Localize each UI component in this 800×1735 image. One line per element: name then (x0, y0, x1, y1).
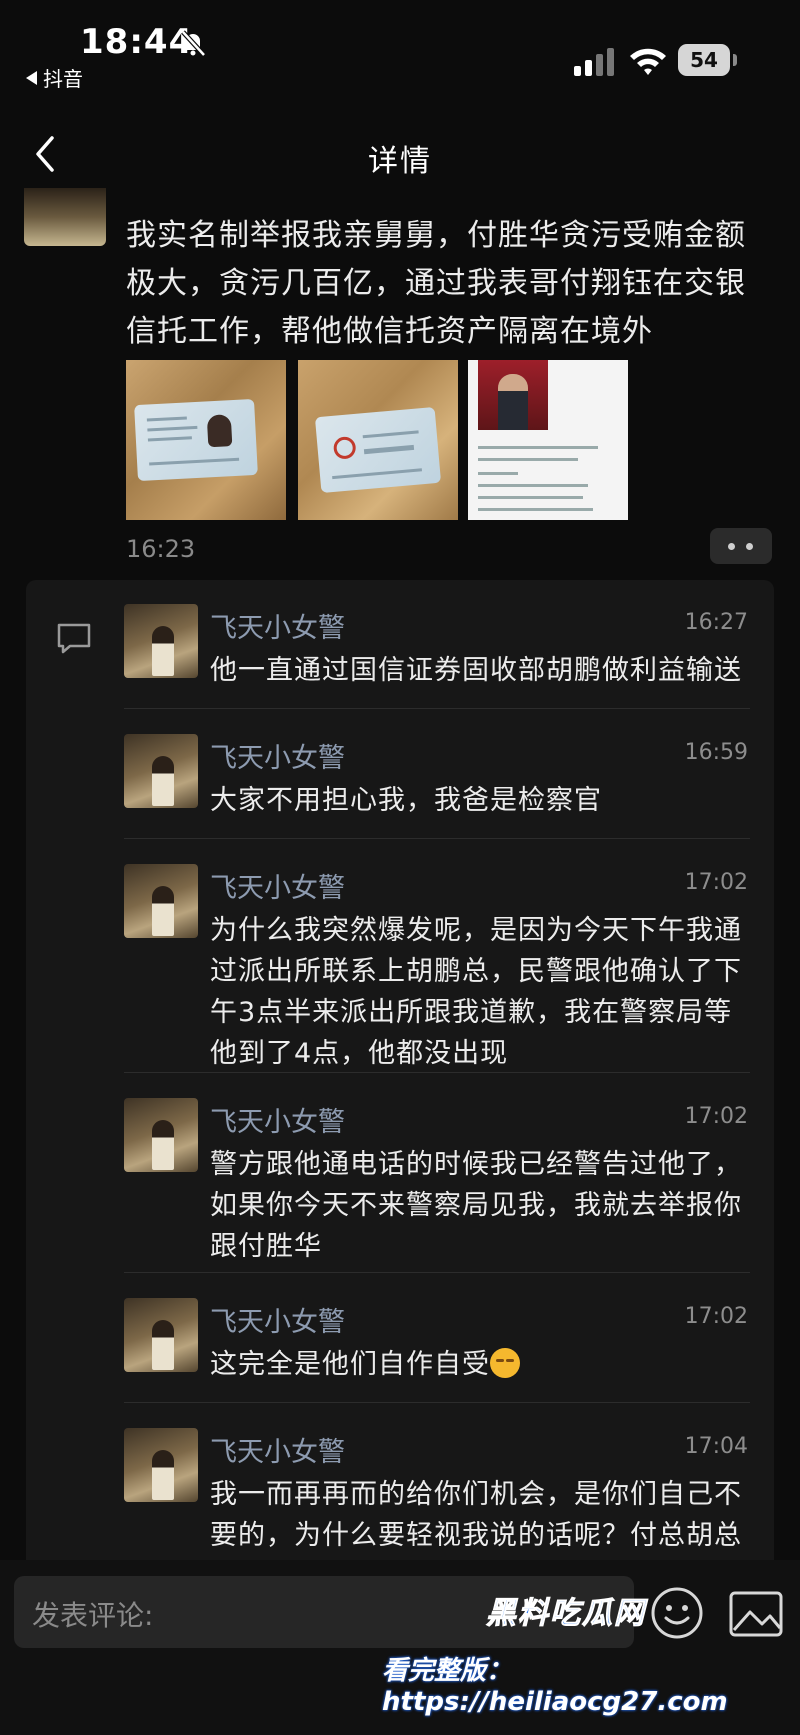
dot (746, 543, 753, 550)
wifi-icon (630, 48, 666, 75)
comment-divider (124, 1072, 750, 1073)
photo-text-line (478, 446, 598, 449)
id-card-front (134, 398, 258, 482)
id-card-line (146, 416, 187, 422)
comment-author[interactable]: 飞天小女警 (210, 866, 345, 905)
nav-bar: 详情 (0, 110, 800, 200)
comment-avatar[interactable] (124, 1428, 198, 1502)
post-text: 我实名制举报我亲舅舅，付胜华贪污受贿金额极大，贪污几百亿，通过我表哥付翔钰在交银… (126, 218, 746, 349)
comment-icon[interactable] (56, 622, 92, 656)
comment-avatar[interactable] (124, 604, 198, 678)
comment-text: 他一直通过国信证券固收部胡鹏做利益输送 (210, 655, 742, 686)
comment-author[interactable]: 飞天小女警 (210, 1430, 345, 1469)
comment-author[interactable]: 飞天小女警 (210, 1300, 345, 1339)
comment-text: 为什么我突然爆发呢，是因为今天下午我通过派出所联系上胡鹏总，民警跟他确认了下午3… (210, 915, 742, 1069)
comment-time: 17:02 (684, 870, 748, 895)
page-title: 详情 (368, 144, 432, 179)
id-card-line (149, 457, 240, 466)
bell-slash-icon (181, 30, 206, 57)
comment-time: 17:04 (684, 1434, 748, 1459)
id-card-line (147, 436, 192, 442)
back-triangle-icon (26, 71, 37, 85)
comment-author[interactable]: 飞天小女警 (210, 736, 345, 775)
post-author-avatar[interactable] (24, 188, 106, 246)
photo-text-line (478, 458, 578, 461)
post-photo-1[interactable] (126, 360, 286, 520)
comment-text: 大家不用担心我，我爸是检察官 (210, 785, 602, 816)
sleepy-face-emoji-icon (490, 1348, 520, 1378)
back-app-label: 抖音 (43, 67, 83, 91)
more-dots-icon[interactable] (710, 528, 772, 564)
comment-item[interactable]: 飞天小女警 17:02 警方跟他通电话的时候我已经警告过他了，如果你今天不来警察… (124, 1098, 750, 1268)
photo-text-line (478, 472, 518, 475)
id-card-portrait (206, 414, 233, 448)
dot (728, 543, 735, 550)
comment-text: 警方跟他通电话的时候我已经警告过他了，如果你今天不来警察局见我，我就去举报你跟付… (210, 1149, 742, 1262)
emoji-icon[interactable] (650, 1586, 704, 1640)
photo-text-line (478, 508, 593, 511)
photo-person (498, 374, 528, 430)
id-card-line (363, 444, 415, 455)
comment-text: 这完全是他们自作自受 (210, 1344, 750, 1385)
comment-divider (124, 1402, 750, 1403)
comment-avatar[interactable] (124, 864, 198, 938)
image-icon[interactable] (728, 1590, 784, 1638)
comment-divider (124, 1272, 750, 1273)
post-photo-3[interactable] (468, 360, 628, 520)
back-to-app-link[interactable]: 抖音 (26, 63, 83, 92)
comment-item[interactable]: 飞天小女警 17:04 我一而再再而的给你们机会，是你们自己不要的，为什么要轻视… (124, 1428, 750, 1558)
id-card-line (147, 425, 198, 432)
photo-text-line (478, 496, 583, 499)
emblem-icon (332, 435, 357, 460)
signal-icon (574, 48, 614, 76)
battery-tip (733, 54, 737, 66)
comment-time: 16:27 (684, 610, 748, 635)
comment-time: 17:02 (684, 1104, 748, 1129)
watermark-url: 看完整版：https://heiliaocg27.com (382, 1656, 728, 1717)
comment-item[interactable]: 飞天小女警 17:02 这完全是他们自作自受 (124, 1298, 750, 1388)
comment-item[interactable]: 飞天小女警 16:59 大家不用担心我，我爸是检察官 (124, 734, 750, 824)
id-card-line (362, 430, 419, 439)
watermark-logo: 黑料吃瓜网 (486, 1596, 646, 1632)
comment-author[interactable]: 飞天小女警 (210, 606, 345, 645)
comment-author[interactable]: 飞天小女警 (210, 1100, 345, 1139)
id-card-line (332, 468, 423, 480)
comment-avatar[interactable] (124, 1098, 198, 1172)
comment-item[interactable]: 飞天小女警 17:02 为什么我突然爆发呢，是因为今天下午我通过派出所联系上胡鹏… (124, 864, 750, 1074)
comment-avatar[interactable] (124, 734, 198, 808)
comment-divider (124, 838, 750, 839)
comment-text: 我一而再再而的给你们机会，是你们自己不要的，为什么要轻视我说的话呢？付总胡总 (210, 1479, 742, 1551)
battery-indicator: 54 (678, 44, 730, 76)
id-card-back (314, 406, 442, 494)
status-bar: 18:44 抖音 54 (0, 0, 800, 100)
comment-text-content: 这完全是他们自作自受 (210, 1349, 490, 1380)
comment-divider (124, 708, 750, 709)
comment-time: 17:02 (684, 1304, 748, 1329)
comment-item[interactable]: 飞天小女警 16:27 他一直通过国信证券固收部胡鹏做利益输送 (124, 604, 750, 694)
comment-time: 16:59 (684, 740, 748, 765)
photo-text-line (478, 484, 588, 487)
status-time: 18:44 (80, 22, 194, 62)
post-photo-2[interactable] (298, 360, 458, 520)
comment-avatar[interactable] (124, 1298, 198, 1372)
post-time: 16:23 (126, 535, 196, 563)
